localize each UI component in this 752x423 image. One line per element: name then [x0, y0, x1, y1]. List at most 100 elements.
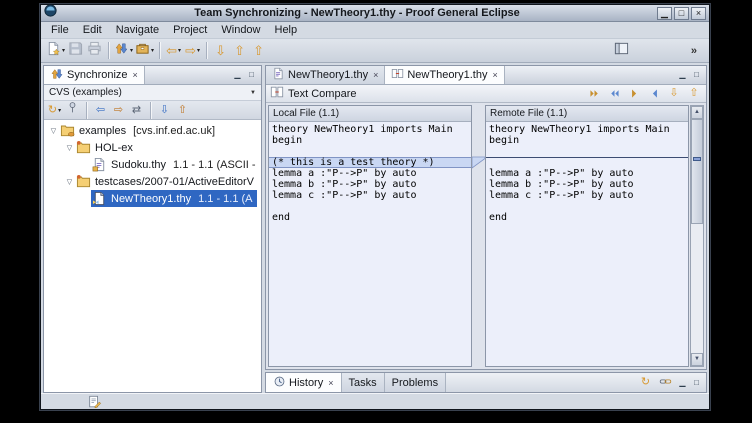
print-icon	[87, 41, 102, 61]
chevron-down-icon: ▾	[62, 47, 65, 54]
down-arrow-icon: ⇩	[215, 44, 226, 57]
next-difference-button[interactable]: ⇩	[666, 86, 682, 102]
remote-file-editor[interactable]: theory NewTheory1 imports Main begin lem…	[486, 122, 688, 366]
sync-scope-label: CVS (examples)	[49, 87, 122, 98]
diff-insertion-marker	[486, 157, 688, 168]
local-file-editor[interactable]: theory NewTheory1 imports Main begin (* …	[269, 122, 471, 366]
copy-all-right-to-left-button[interactable]	[606, 86, 622, 102]
editor-tab-newtheory1[interactable]: NewTheory1.thy ×	[266, 66, 385, 84]
maximize-editor-button[interactable]: □	[690, 69, 703, 81]
title-bar[interactable]: Team Synchronizing - NewTheory1.thy - Pr…	[41, 5, 709, 22]
chevron-right-icon	[628, 87, 641, 100]
remote-actions-button[interactable]: ▾	[134, 41, 155, 60]
tab-tasks[interactable]: Tasks	[342, 373, 385, 392]
compare-file-icon	[92, 191, 108, 206]
synchronize-button[interactable]: ▾	[113, 41, 134, 60]
minimize-view-button[interactable]: ▁	[676, 377, 689, 389]
code-line: lemma b :"P-->P" by auto	[272, 179, 471, 190]
expander-icon[interactable]: ▽	[48, 127, 59, 135]
outgoing-mode-button[interactable]: ⇨	[110, 102, 127, 119]
update-arrow-icon: ⇩	[160, 105, 169, 116]
scroll-up-button[interactable]: ▲	[691, 106, 703, 119]
link-with-editor-button[interactable]	[656, 373, 675, 392]
menu-window[interactable]: Window	[214, 23, 267, 37]
scrollbar-thumb[interactable]	[691, 119, 703, 224]
close-window-button[interactable]: ×	[691, 7, 706, 20]
tree-item-detail: [cvs.inf.ed.ac.uk]	[133, 125, 215, 137]
code-line	[489, 201, 688, 212]
incoming-mode-button[interactable]: ⇦	[92, 102, 109, 119]
previous-change-button[interactable]: ⇧	[230, 41, 249, 60]
tab-problems[interactable]: Problems	[385, 373, 446, 392]
code-line: lemma c :"P-->P" by auto	[272, 190, 471, 201]
menu-file[interactable]: File	[44, 23, 76, 37]
maximize-view-button[interactable]: □	[690, 377, 703, 389]
bottom-panel-toolbar: ↻ ▁ □	[633, 373, 706, 392]
minimize-editor-button[interactable]: ▁	[676, 69, 689, 81]
close-icon[interactable]: ×	[492, 70, 497, 80]
minimize-view-button[interactable]: ▁	[231, 69, 244, 81]
tree-item-label: examples	[79, 125, 126, 137]
refresh-history-button[interactable]: ↻	[636, 373, 655, 392]
commit-all-button[interactable]: ⇧	[174, 102, 191, 119]
expander-icon[interactable]: ▽	[64, 144, 75, 152]
scrollbar-track[interactable]	[691, 119, 703, 353]
tree-item-hol-ex[interactable]: ▽ HOL-ex	[44, 139, 261, 156]
sync-tree: ▽ examples [cvs.inf.ed.ac.uk] ▽ HOL-ex	[44, 120, 261, 392]
toolbar-overflow-chevron[interactable]: »	[687, 45, 701, 57]
toolbar-separator	[108, 42, 109, 59]
menu-help[interactable]: Help	[268, 23, 305, 37]
remote-file-header: Remote File (1.1)	[486, 106, 688, 122]
code-line: begin	[489, 135, 688, 146]
minimize-window-button[interactable]: ▁	[657, 7, 672, 20]
copy-current-right-to-left-button[interactable]	[646, 86, 662, 102]
tree-item-testcases[interactable]: ▽ testcases/2007-01/ActiveEditorV	[44, 173, 261, 190]
remote-file-pane: Remote File (1.1) theory NewTheory1 impo…	[485, 105, 689, 367]
diff-overview-marker[interactable]	[693, 157, 701, 161]
menu-edit[interactable]: Edit	[76, 23, 109, 37]
perspective-button[interactable]	[612, 41, 631, 60]
forward-button[interactable]: ⇨ ▾	[183, 41, 202, 60]
expander-icon[interactable]: ▽	[64, 178, 75, 186]
editor-tab-compare[interactable]: NewTheory1.thy ×	[385, 66, 504, 84]
pin-button[interactable]	[64, 102, 81, 119]
close-icon[interactable]: ×	[373, 70, 378, 80]
maximize-window-button[interactable]: □	[674, 7, 689, 20]
selected-tree-item[interactable]: NewTheory1.thy 1.1 - 1.1 (A	[91, 190, 257, 207]
close-icon[interactable]: ×	[133, 70, 138, 80]
both-mode-button[interactable]: ⇄	[128, 102, 145, 119]
down-arrow-icon: ⇩	[669, 88, 678, 99]
copy-all-left-to-right-button[interactable]	[586, 86, 602, 102]
tab-synchronize[interactable]: Synchronize ×	[44, 66, 145, 84]
next-change-button[interactable]: ⇩	[211, 41, 230, 60]
refresh-icon: ↻	[641, 377, 650, 388]
menu-project[interactable]: Project	[166, 23, 214, 37]
copy-current-left-to-right-button[interactable]	[626, 86, 642, 102]
tree-item-examples[interactable]: ▽ examples [cvs.inf.ed.ac.uk]	[44, 122, 261, 139]
up-arrow-icon: ⇧	[234, 44, 245, 57]
update-all-button[interactable]: ⇩	[156, 102, 173, 119]
save-button[interactable]	[66, 41, 85, 60]
editor-panel: NewTheory1.thy × NewTheory1.thy × ▁ □	[265, 65, 707, 370]
save-icon	[68, 41, 83, 61]
synchronize-refresh-button[interactable]: ↻ ▾	[46, 102, 63, 119]
editor-area: NewTheory1.thy × NewTheory1.thy × ▁ □	[265, 65, 707, 393]
code-line: theory NewTheory1 imports Main	[272, 124, 471, 135]
up-button[interactable]: ⇧	[249, 41, 268, 60]
back-button[interactable]: ⇦ ▾	[164, 41, 183, 60]
code-line: end	[272, 212, 471, 223]
close-icon[interactable]: ×	[328, 378, 333, 388]
previous-difference-button[interactable]: ⇧	[686, 86, 702, 102]
maximize-view-button[interactable]: □	[245, 69, 258, 81]
menu-navigate[interactable]: Navigate	[109, 23, 166, 37]
scroll-down-button[interactable]: ▼	[691, 353, 703, 366]
tree-item-label: testcases/2007-01/ActiveEditorV	[95, 176, 254, 188]
new-wizard-button[interactable]: ▾	[45, 41, 66, 60]
sync-scope-selector[interactable]: CVS (examples) ▼	[44, 85, 261, 101]
tree-item-sudoku[interactable]: Sudoku.thy 1.1 - 1.1 (ASCII -	[44, 156, 261, 173]
tree-item-newtheory1[interactable]: NewTheory1.thy 1.1 - 1.1 (A	[44, 190, 261, 207]
tab-history[interactable]: History ×	[266, 373, 342, 392]
compare-scrollbar[interactable]: ▲ ▼	[690, 105, 704, 367]
cvs-repository-folder-icon	[60, 123, 76, 138]
print-button[interactable]	[85, 41, 104, 60]
